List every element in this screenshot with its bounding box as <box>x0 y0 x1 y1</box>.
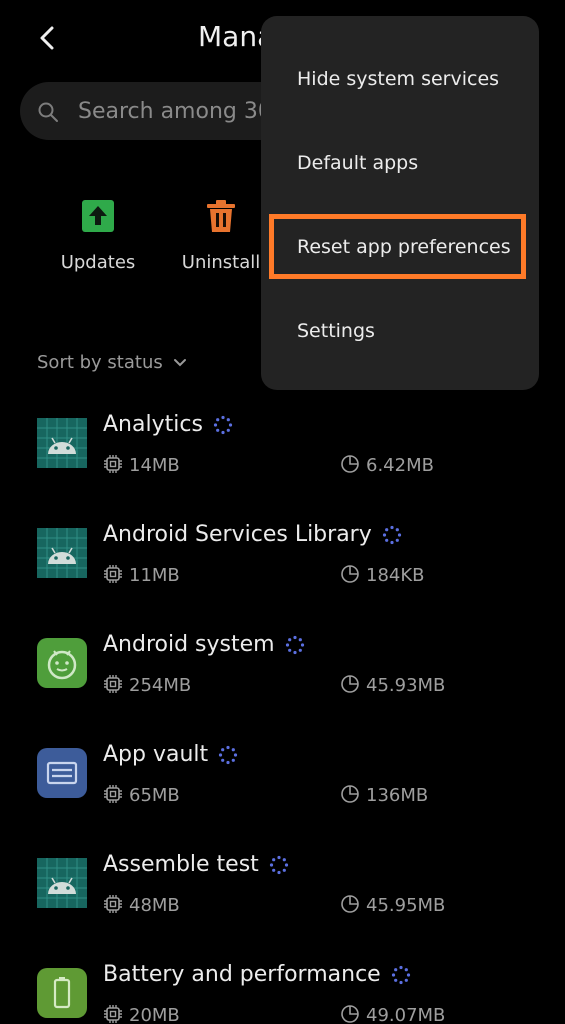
chip-icon <box>104 675 122 693</box>
app-row-analytics[interactable]: Analytics 14MB 6.42MB <box>0 410 565 520</box>
uninstall-label: Uninstall <box>181 252 261 273</box>
pie-chart-icon <box>341 895 359 913</box>
app-data-usage: 45.93MB <box>340 674 445 696</box>
chip-icon <box>104 785 122 803</box>
app-row-android-services-library[interactable]: Android Services Library 11MB 184KB <box>0 520 565 630</box>
chip-icon <box>104 895 122 913</box>
app-size: 20MB <box>103 1004 180 1024</box>
chip-icon <box>104 455 122 473</box>
android-robot-icon <box>37 528 87 578</box>
loading-spinner-icon <box>269 855 288 875</box>
updates-button[interactable]: Updates <box>43 198 153 273</box>
search-icon <box>38 102 58 122</box>
android-system-icon <box>37 638 87 688</box>
menu-item-settings[interactable]: Settings <box>261 289 539 373</box>
pie-chart-icon <box>341 785 359 803</box>
app-row-app-vault[interactable]: App vault 65MB 136MB <box>0 740 565 850</box>
chevron-down-icon <box>173 359 186 367</box>
menu-item-label: Default apps <box>297 152 419 174</box>
highlight-box <box>269 214 526 279</box>
loading-spinner-icon <box>382 525 401 545</box>
uninstall-button[interactable]: Uninstall <box>166 198 276 273</box>
pie-chart-icon <box>341 565 359 583</box>
app-size: 14MB <box>103 454 180 476</box>
app-list: Analytics 14MB 6.42MB Android Services L… <box>0 410 565 1024</box>
battery-icon <box>37 968 87 1018</box>
menu-item-label: Hide system services <box>297 68 500 90</box>
app-name: Android system <box>103 632 305 657</box>
chip-icon <box>104 565 122 583</box>
app-data-usage: 45.95MB <box>340 894 445 916</box>
app-name: Android Services Library <box>103 522 402 547</box>
app-row-android-system[interactable]: Android system 254MB 45.93MB <box>0 630 565 740</box>
overflow-menu: Hide system services Default apps Reset … <box>261 16 539 390</box>
app-name: Assemble test <box>103 852 289 877</box>
sort-label: Sort by status <box>37 352 163 373</box>
updates-label: Updates <box>60 252 136 273</box>
back-button[interactable] <box>34 20 62 56</box>
loading-spinner-icon <box>285 635 304 655</box>
app-data-usage: 184KB <box>340 564 425 586</box>
loading-spinner-icon <box>391 965 410 985</box>
chevron-left-icon <box>40 26 54 50</box>
app-size: 11MB <box>103 564 180 586</box>
pie-chart-icon <box>341 455 359 473</box>
app-name: Battery and performance <box>103 962 411 987</box>
menu-item-default-apps[interactable]: Default apps <box>261 121 539 205</box>
loading-spinner-icon <box>213 415 233 435</box>
app-row-assemble-test[interactable]: Assemble test 48MB 45.95MB <box>0 850 565 960</box>
android-robot-icon <box>37 418 87 468</box>
app-name: Analytics <box>103 412 233 437</box>
menu-item-hide-system-services[interactable]: Hide system services <box>261 37 539 121</box>
trash-icon <box>207 200 235 232</box>
app-size: 254MB <box>103 674 191 696</box>
sort-dropdown[interactable]: Sort by status <box>37 352 187 373</box>
app-data-usage: 136MB <box>340 784 428 806</box>
upload-arrow-icon <box>82 200 114 232</box>
app-data-usage: 49.07MB <box>340 1004 445 1024</box>
pie-chart-icon <box>341 675 359 693</box>
menu-item-label: Settings <box>297 320 375 342</box>
app-size: 48MB <box>103 894 180 916</box>
loading-spinner-icon <box>219 745 238 765</box>
app-row-battery-and-performance[interactable]: Battery and performance 20MB 49.07MB <box>0 960 565 1024</box>
android-robot-icon <box>37 858 87 908</box>
pie-chart-icon <box>341 1005 359 1023</box>
app-size: 65MB <box>103 784 180 806</box>
app-vault-icon <box>37 748 87 798</box>
app-name: App vault <box>103 742 238 767</box>
app-data-usage: 6.42MB <box>340 454 434 476</box>
chip-icon <box>104 1005 122 1023</box>
